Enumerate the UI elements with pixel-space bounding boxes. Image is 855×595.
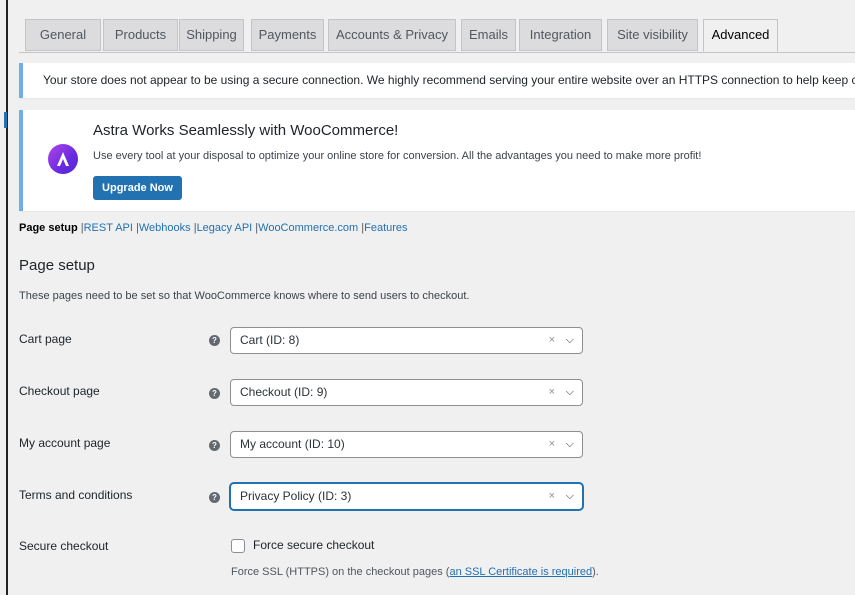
force-secure-checkout-label[interactable]: Force secure checkout — [253, 538, 374, 552]
tab-site-visibility[interactable]: Site visibility — [607, 19, 698, 51]
clear-icon[interactable]: × — [549, 328, 555, 353]
subnav-rest-api[interactable]: REST API — [84, 222, 133, 234]
tab-integration[interactable]: Integration — [519, 19, 602, 51]
astra-logo-glyph — [57, 152, 69, 166]
astra-promo-banner: Astra Works Seamlessly with WooCommerce!… — [19, 110, 855, 211]
promo-text: Use every tool at your disposal to optim… — [93, 150, 702, 162]
ssl-desc-prefix: Force SSL (HTTPS) on the checkout pages … — [231, 566, 450, 578]
checkout-page-select[interactable]: Checkout (ID: 9) × ⌵ — [230, 379, 583, 406]
chevron-down-icon[interactable]: ⌵ — [566, 432, 574, 457]
tab-shipping[interactable]: Shipping — [179, 19, 244, 51]
checkout-page-label: Checkout page — [19, 384, 100, 398]
page-setup-description: These pages need to be set so that WooCo… — [19, 290, 470, 302]
subnav-webhooks[interactable]: Webhooks — [139, 222, 191, 234]
help-icon[interactable]: ? — [209, 440, 220, 451]
my-account-page-select[interactable]: My account (ID: 10) × ⌵ — [230, 431, 583, 458]
secure-checkout-label: Secure checkout — [19, 539, 109, 553]
astra-logo-icon — [48, 144, 78, 174]
sidebar-indicator — [4, 112, 7, 128]
subnav-features[interactable]: Features — [364, 222, 407, 234]
upgrade-now-button[interactable]: Upgrade Now — [93, 176, 182, 200]
clear-icon[interactable]: × — [549, 380, 555, 405]
ssl-notice: Your store does not appear to be using a… — [19, 63, 855, 98]
cart-page-value: Cart (ID: 8) — [240, 333, 300, 347]
advanced-subnav: Page setup |REST API |Webhooks |Legacy A… — [19, 222, 408, 234]
help-icon[interactable]: ? — [209, 492, 220, 503]
cart-page-select[interactable]: Cart (ID: 8) × ⌵ — [230, 327, 583, 354]
promo-title: Astra Works Seamlessly with WooCommerce! — [93, 122, 399, 139]
subnav-legacy-api[interactable]: Legacy API — [197, 222, 253, 234]
tab-general[interactable]: General — [25, 19, 101, 51]
admin-sidebar-edge — [0, 0, 8, 595]
my-account-page-label: My account page — [19, 436, 111, 450]
clear-icon[interactable]: × — [549, 484, 555, 509]
ssl-certificate-link[interactable]: an SSL Certificate is required — [449, 566, 592, 578]
subnav-woocommerce-com[interactable]: WooCommerce.com — [258, 222, 358, 234]
terms-conditions-label: Terms and conditions — [19, 488, 133, 502]
clear-icon[interactable]: × — [549, 432, 555, 457]
help-icon[interactable]: ? — [209, 335, 220, 346]
checkout-page-value: Checkout (ID: 9) — [240, 385, 328, 399]
page-setup-title: Page setup — [19, 257, 95, 274]
force-secure-checkout-checkbox[interactable] — [231, 539, 245, 553]
ssl-description: Force SSL (HTTPS) on the checkout pages … — [231, 566, 599, 578]
chevron-down-icon[interactable]: ⌵ — [566, 328, 574, 353]
ssl-notice-text: Your store does not appear to be using a… — [43, 73, 855, 87]
chevron-down-icon[interactable]: ⌵ — [566, 484, 574, 509]
tab-payments[interactable]: Payments — [251, 19, 324, 51]
terms-conditions-select[interactable]: Privacy Policy (ID: 3) × ⌵ — [230, 483, 583, 510]
subnav-page-setup[interactable]: Page setup — [19, 222, 78, 234]
tab-products[interactable]: Products — [103, 19, 178, 51]
tab-emails[interactable]: Emails — [461, 19, 516, 51]
settings-content: General Products Shipping Payments Accou… — [19, 0, 855, 595]
ssl-desc-suffix: ). — [592, 566, 599, 578]
help-icon[interactable]: ? — [209, 388, 220, 399]
cart-page-label: Cart page — [19, 332, 72, 346]
terms-conditions-value: Privacy Policy (ID: 3) — [240, 489, 352, 503]
settings-tabs: General Products Shipping Payments Accou… — [19, 19, 855, 53]
tab-accounts-privacy[interactable]: Accounts & Privacy — [328, 19, 456, 51]
my-account-page-value: My account (ID: 10) — [240, 437, 345, 451]
chevron-down-icon[interactable]: ⌵ — [566, 380, 574, 405]
tab-advanced[interactable]: Advanced — [703, 19, 778, 52]
